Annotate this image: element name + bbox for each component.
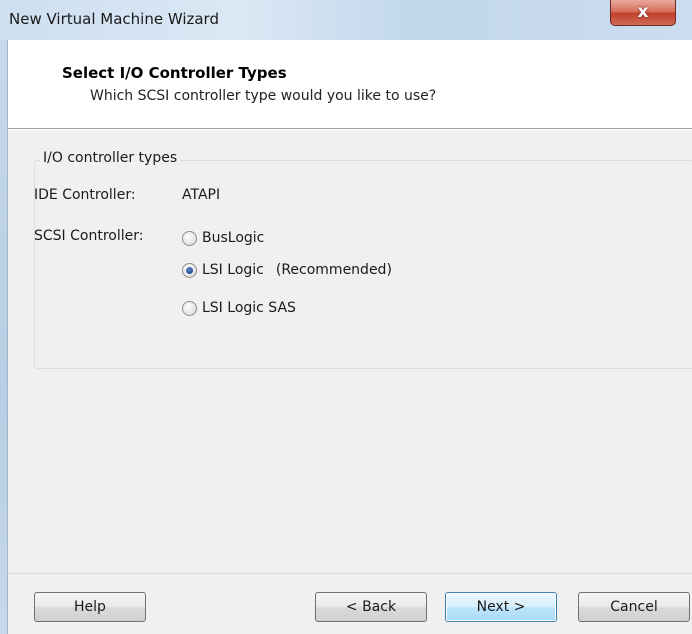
help-button[interactable]: Help (34, 592, 146, 622)
ide-controller-label: IDE Controller: (34, 187, 136, 203)
radio-lsi-logic[interactable]: LSI Logic (Recommended) (182, 260, 392, 280)
wizard-window: New Virtual Machine Wizard x Select I/O … (0, 0, 692, 634)
page-title: Select I/O Controller Types (62, 64, 287, 82)
footer-divider (8, 573, 692, 574)
radio-button-lsi-logic[interactable] (182, 262, 197, 278)
radio-buslogic[interactable]: BusLogic (182, 228, 264, 248)
window-frame-left (0, 40, 8, 634)
radio-label-lsi-logic-sas[interactable]: LSI Logic SAS (202, 300, 296, 316)
radio-button-lsi-logic-sas[interactable] (182, 300, 197, 316)
group-legend: I/O controller types (40, 150, 181, 166)
recommended-note: (Recommended) (275, 262, 392, 278)
header-divider (8, 129, 692, 130)
window-title: New Virtual Machine Wizard (9, 10, 219, 28)
wizard-header: Select I/O Controller Types Which SCSI c… (8, 40, 692, 129)
radio-button-buslogic[interactable] (182, 230, 197, 246)
back-button[interactable]: < Back (315, 592, 427, 622)
wizard-body: Select I/O Controller Types Which SCSI c… (8, 40, 692, 634)
ide-controller-value: ATAPI (182, 187, 221, 203)
radio-label-lsi-logic[interactable]: LSI Logic (202, 262, 264, 278)
close-button[interactable]: x (610, 0, 676, 26)
next-button[interactable]: Next > (445, 592, 557, 622)
radio-label-buslogic[interactable]: BusLogic (202, 230, 264, 246)
scsi-controller-label: SCSI Controller: (34, 228, 144, 244)
cancel-button[interactable]: Cancel (578, 592, 690, 622)
page-subtitle: Which SCSI controller type would you lik… (90, 88, 437, 104)
close-icon: x (637, 2, 649, 22)
radio-lsi-logic-sas[interactable]: LSI Logic SAS (182, 298, 296, 318)
title-bar[interactable]: New Virtual Machine Wizard x (0, 0, 692, 41)
